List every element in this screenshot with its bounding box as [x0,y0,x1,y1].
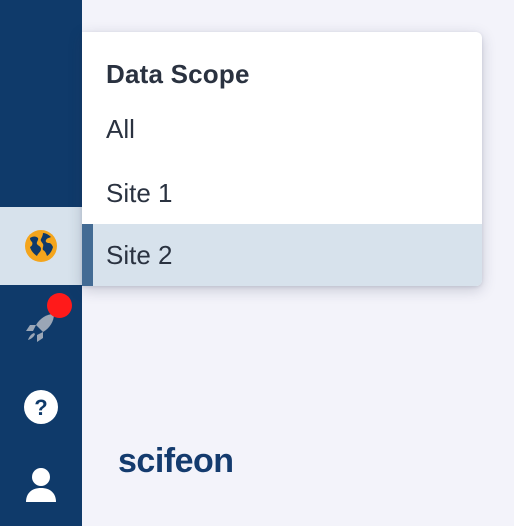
sidebar-item-help[interactable]: ? [0,370,82,444]
notification-badge [47,293,72,318]
user-icon [26,468,56,502]
sidebar: ? [0,0,82,526]
dropdown-option-site-2[interactable]: Site 2 [82,224,482,286]
svg-text:?: ? [34,395,47,420]
help-icon: ? [24,390,58,424]
app-window: ? Data Scope All Site 1 Site 2 scifeon [0,0,514,526]
dropdown-option-site-1[interactable]: Site 1 [82,162,482,224]
selected-indicator [82,224,93,286]
data-scope-dropdown: Data Scope All Site 1 Site 2 [82,32,482,286]
dropdown-title: Data Scope [106,59,250,89]
option-label: All [106,113,135,144]
sidebar-item-launch[interactable] [0,290,82,364]
option-label: Site 2 [106,239,173,270]
sidebar-item-data-scope[interactable] [0,207,82,285]
sidebar-item-profile[interactable] [0,448,82,522]
dropdown-option-all[interactable]: All [82,98,482,160]
globe-icon [25,230,57,262]
option-label: Site 1 [106,177,173,208]
scifeon-logo: scifeon [118,442,234,480]
